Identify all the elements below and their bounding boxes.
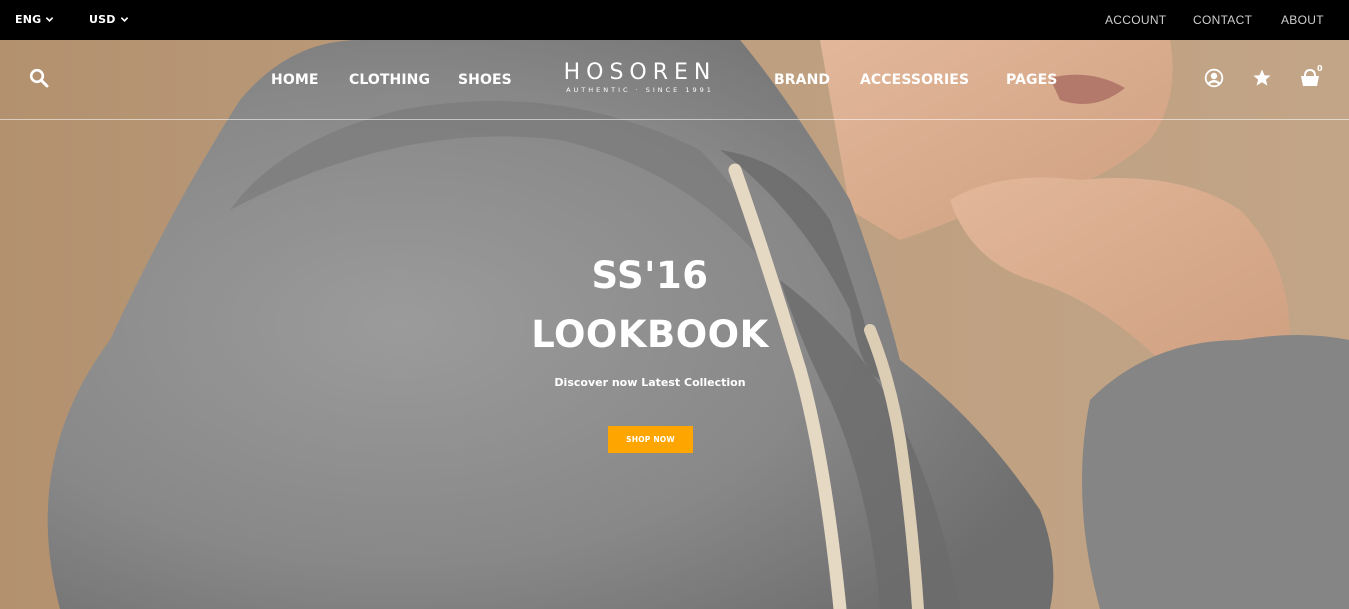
hero-content: SS'16 LOOKBOOK Discover now Latest Colle… xyxy=(430,250,870,389)
chevron-down-icon xyxy=(46,17,54,22)
cart-count-badge: 0 xyxy=(1317,64,1323,73)
search-icon[interactable] xyxy=(29,68,49,88)
hero-subtitle: Discover now Latest Collection xyxy=(554,376,746,389)
nav-brand[interactable]: BRAND xyxy=(774,72,830,88)
star-icon[interactable] xyxy=(1252,68,1272,88)
hero-season: SS'16 xyxy=(591,254,709,297)
main-navigation: HOME CLOTHING SHOES HOSOREN AUTHENTIC · … xyxy=(0,40,1349,120)
nav-clothing[interactable]: CLOTHING xyxy=(349,72,430,88)
logo-name: HOSOREN xyxy=(563,60,717,85)
about-link[interactable]: ABOUT xyxy=(1281,13,1324,27)
nav-home[interactable]: HOME xyxy=(271,72,319,88)
language-selector[interactable]: ENG xyxy=(15,13,54,26)
user-icon[interactable] xyxy=(1204,68,1224,88)
brand-logo[interactable]: HOSOREN AUTHENTIC · SINCE 1991 xyxy=(555,60,725,94)
top-utility-bar: ENG USD ACCOUNT CONTACT ABOUT xyxy=(0,0,1349,40)
logo-tagline: AUTHENTIC · SINCE 1991 xyxy=(566,86,714,94)
nav-accessories[interactable]: ACCESSORIES xyxy=(860,72,969,88)
contact-link[interactable]: CONTACT xyxy=(1193,13,1252,27)
currency-selector[interactable]: USD xyxy=(89,13,129,26)
nav-pages[interactable]: PAGES xyxy=(1006,72,1057,88)
language-value: ENG xyxy=(15,13,42,26)
currency-value: USD xyxy=(89,13,116,26)
nav-shoes[interactable]: SHOES xyxy=(458,72,512,88)
account-link[interactable]: ACCOUNT xyxy=(1105,13,1166,27)
hero-title: LOOKBOOK xyxy=(531,313,769,356)
shop-now-button[interactable]: SHOP NOW xyxy=(608,426,693,453)
chevron-down-icon xyxy=(120,17,128,22)
